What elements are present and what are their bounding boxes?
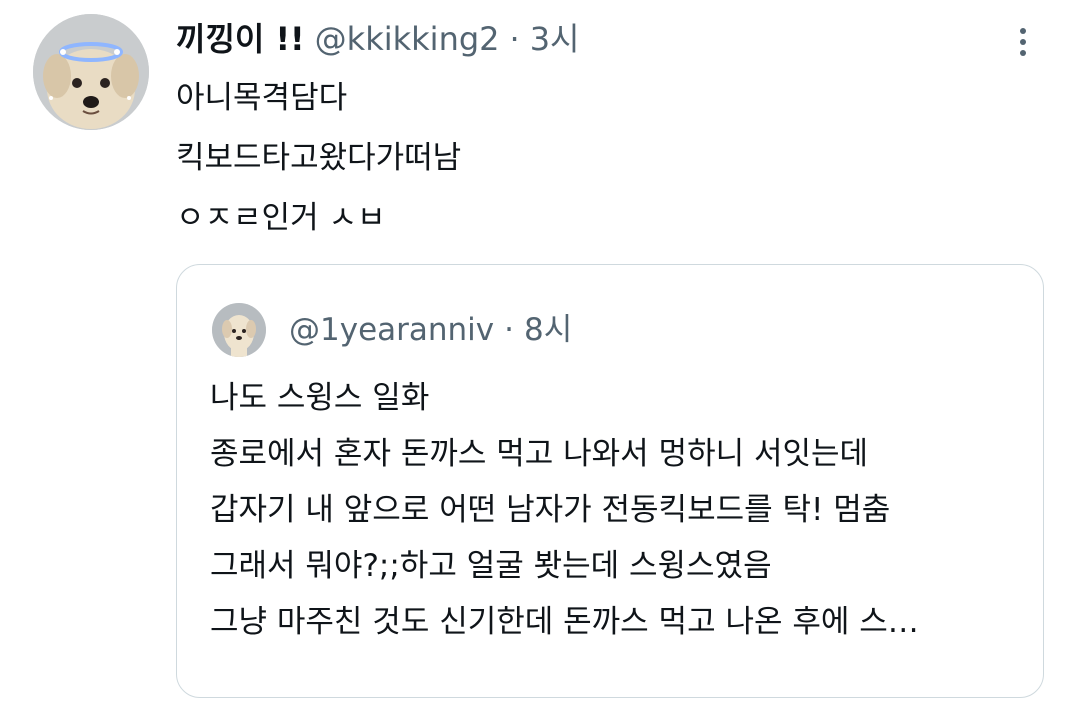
timestamp[interactable]: 3시 <box>530 14 580 64</box>
more-vertical-icon-dot <box>1020 39 1026 45</box>
puppy-avatar-icon <box>212 303 266 357</box>
display-name[interactable]: 끼낑이 !! <box>176 14 305 64</box>
puppy-halo-avatar-icon <box>33 14 149 130</box>
quoted-timestamp: 8시 <box>524 312 573 348</box>
user-handle[interactable]: @kkikking2 <box>315 14 500 64</box>
tweet-text-line: ㅇㅈㄹ인거 ㅅㅂ <box>176 200 386 236</box>
tweet-header: 끼낑이 !! @kkikking2 · 3시 <box>176 14 580 64</box>
tweet[interactable]: 끼낑이 !! @kkikking2 · 3시 아니목격담다 킥보드타고왔다가떠남… <box>0 0 1080 710</box>
separator-dot: · <box>509 20 520 58</box>
quoted-text-line: 그냥 마주친 것도 신기한데 돈까스 먹고 나온 후에 스… <box>210 604 919 640</box>
quoted-tweet[interactable]: @1yearanniv · 8시 나도 스윙스 일화 종로에서 혼자 돈까스 먹… <box>176 264 1044 698</box>
user-avatar[interactable] <box>33 14 149 130</box>
more-vertical-icon <box>1020 28 1026 34</box>
quoted-user-handle: @1yearanniv <box>289 312 495 348</box>
quoted-text-line: 갑자기 내 앞으로 어떤 남자가 전동킥보드를 탁! 멈춤 <box>210 492 891 528</box>
more-vertical-icon-dot <box>1020 50 1026 56</box>
separator-dot: · <box>504 312 514 348</box>
quoted-text-line: 종로에서 혼자 돈까스 먹고 나와서 멍하니 서잇는데 <box>210 436 869 472</box>
quoted-user-avatar <box>212 303 266 357</box>
quoted-text-line: 나도 스윙스 일화 <box>210 380 430 416</box>
tweet-text-line: 아니목격담다 <box>176 80 348 116</box>
tweet-text-line: 킥보드타고왔다가떠남 <box>176 140 462 176</box>
more-button[interactable] <box>1005 22 1041 62</box>
quoted-tweet-header: @1yearanniv · 8시 <box>289 305 572 355</box>
quoted-text-line: 그래서 뭐야?;;하고 얼굴 봣는데 스윙스였음 <box>210 548 772 584</box>
